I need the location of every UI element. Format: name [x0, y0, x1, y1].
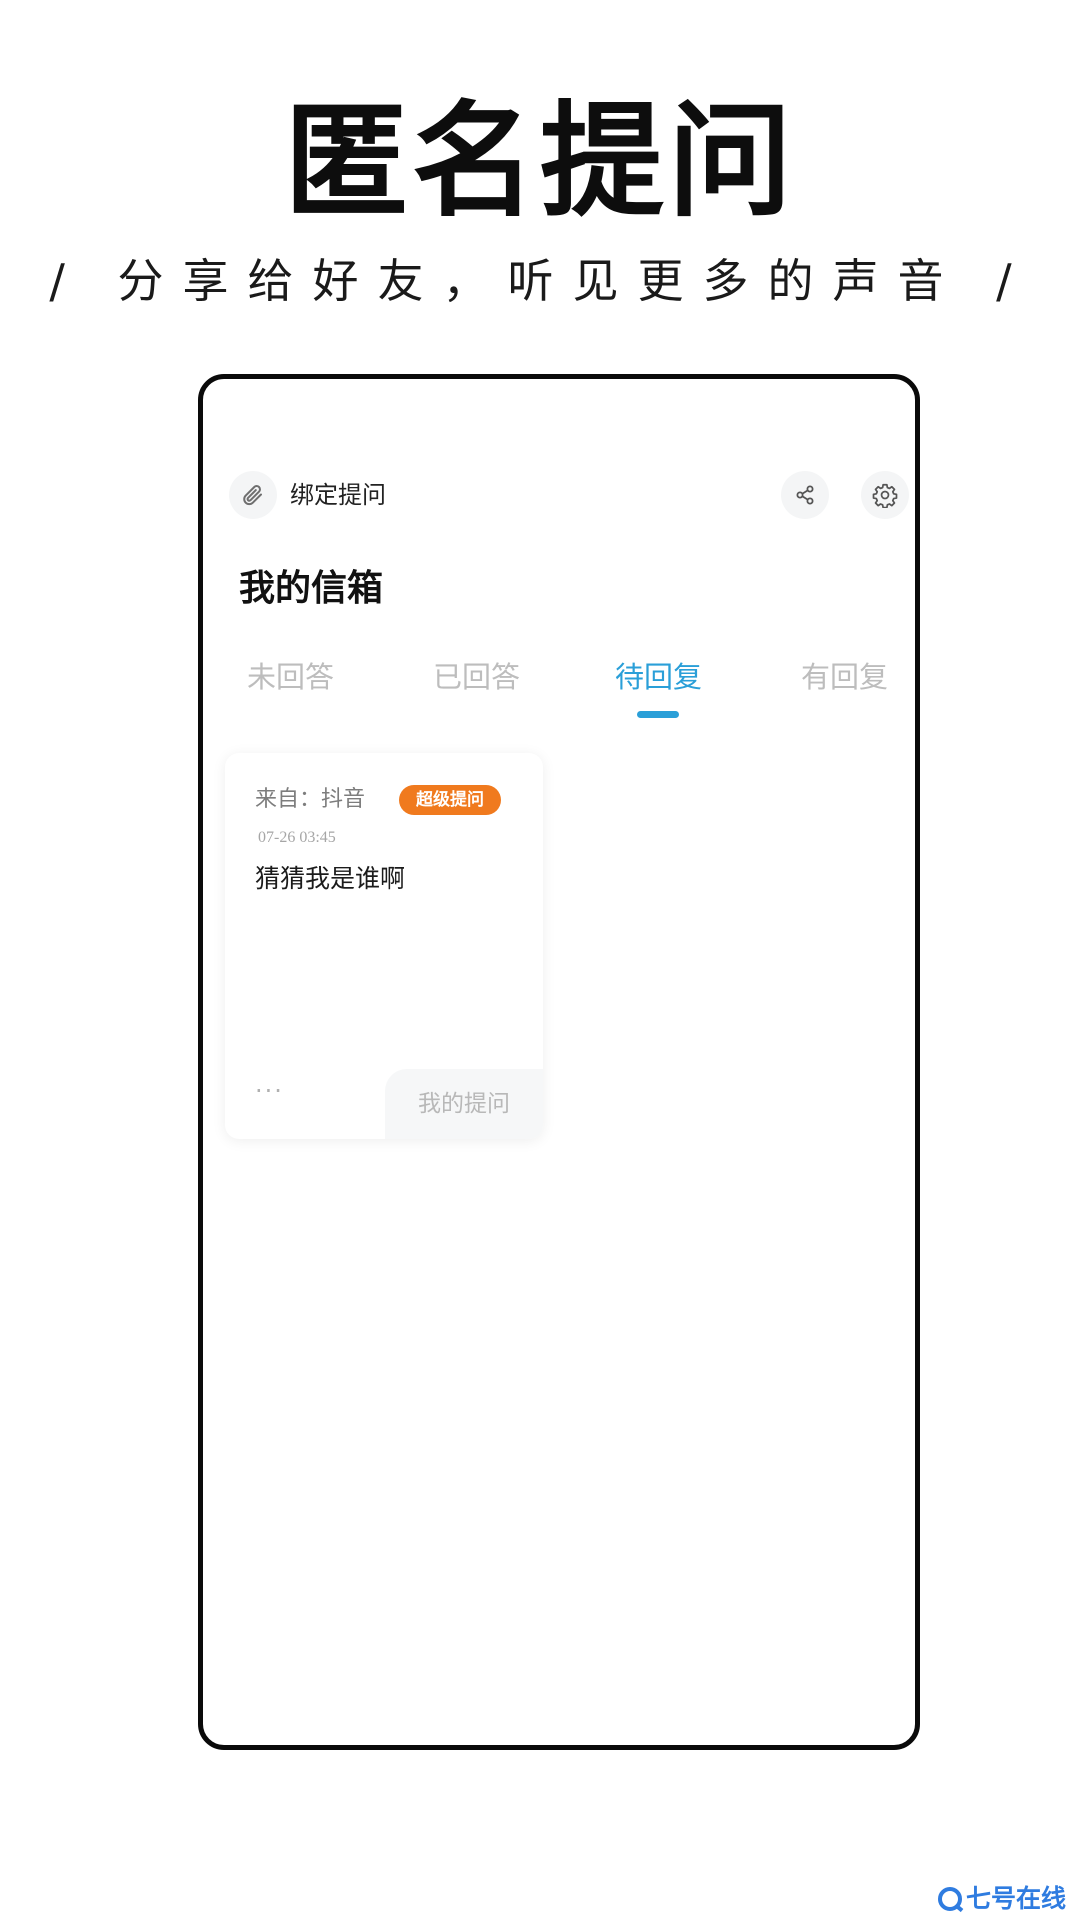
- my-question-button[interactable]: 我的提问: [385, 1069, 543, 1139]
- card-timestamp: 07-26 03:45: [258, 829, 336, 846]
- super-question-badge: 超级提问: [399, 785, 501, 815]
- gear-icon: [872, 483, 898, 508]
- paperclip-icon: [243, 485, 262, 506]
- inbox-title: 我的信箱: [239, 568, 384, 609]
- tab-unanswered[interactable]: 未回答: [247, 657, 334, 697]
- card-source: 来自：抖音: [255, 787, 366, 812]
- phone-frame: 绑定提问 我的信箱 未回答 已回答 待回复 有回复 来自：抖音 超级提问 07-…: [198, 374, 920, 1750]
- tab-answered[interactable]: 已回答: [433, 657, 520, 697]
- tab-bar: 未回答 已回答 待回复 有回复: [203, 657, 915, 727]
- share-icon: [796, 485, 814, 505]
- more-options-icon[interactable]: ···: [255, 1079, 284, 1103]
- question-card[interactable]: 来自：抖音 超级提问 07-26 03:45 猜猜我是谁啊 ··· 我的提问: [225, 753, 543, 1139]
- tab-pending-reply[interactable]: 待回复: [615, 657, 702, 697]
- bind-question-button[interactable]: [229, 471, 277, 519]
- watermark: 七号在线: [938, 1884, 1066, 1914]
- promo-title: 匿名提问: [283, 90, 796, 234]
- active-tab-indicator: [637, 711, 679, 718]
- bind-question-label[interactable]: 绑定提问: [290, 479, 386, 511]
- tab-has-reply[interactable]: 有回复: [801, 657, 888, 697]
- share-button[interactable]: [781, 471, 829, 519]
- watermark-text: 七号在线: [966, 1884, 1067, 1913]
- settings-button[interactable]: [861, 471, 909, 519]
- promo-subtitle: / 分享给好友，听见更多的声音 /: [49, 254, 1031, 308]
- card-question-text: 猜猜我是谁啊: [255, 864, 406, 893]
- magnifier-logo-icon: [938, 1887, 962, 1911]
